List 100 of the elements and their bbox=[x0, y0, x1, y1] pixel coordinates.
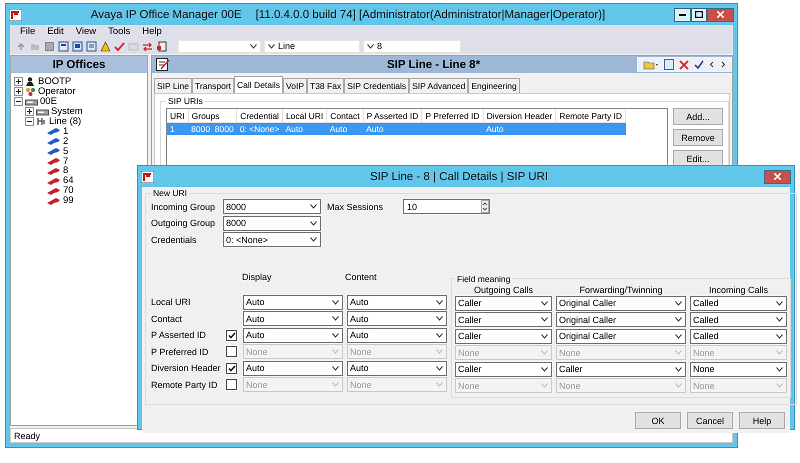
expand-toggle-icon[interactable] bbox=[14, 77, 23, 86]
chevron-down-icon bbox=[332, 382, 339, 388]
checkbox[interactable] bbox=[226, 330, 237, 341]
tab[interactable]: SIP Line bbox=[154, 78, 192, 93]
checkmark-icon bbox=[228, 364, 236, 372]
delete-icon[interactable] bbox=[679, 60, 689, 70]
checkmark-icon bbox=[228, 332, 236, 339]
dropdown[interactable]: Called bbox=[690, 296, 787, 310]
tree-item[interactable]: 00E bbox=[40, 96, 57, 108]
tree-item[interactable]: 64 bbox=[63, 175, 74, 186]
tree-item[interactable]: Operator bbox=[38, 86, 76, 98]
expand-toggle-icon[interactable] bbox=[25, 107, 34, 116]
folder-icon[interactable] bbox=[643, 59, 659, 70]
dropdown[interactable]: Auto bbox=[347, 294, 447, 310]
tree-item[interactable]: 70 bbox=[63, 185, 74, 196]
tree-item[interactable]: 1 bbox=[63, 126, 68, 137]
chevron-left-icon[interactable] bbox=[709, 61, 715, 68]
warning-icon[interactable] bbox=[100, 40, 111, 52]
dropdown[interactable]: Auto bbox=[347, 311, 447, 326]
tree-item[interactable]: System bbox=[51, 106, 83, 118]
button[interactable]: Remove bbox=[673, 129, 723, 146]
check-icon[interactable] bbox=[114, 40, 125, 52]
chevron-down-icon bbox=[675, 383, 682, 388]
dropdown[interactable]: Caller bbox=[455, 312, 552, 328]
maximize-button[interactable] bbox=[691, 8, 707, 22]
expand-toggle-icon[interactable] bbox=[14, 87, 23, 96]
dropdown[interactable]: 0: <None> bbox=[223, 232, 321, 247]
window-title: [11.0.4.0.0 build 74] [Administrator(Administrator|Manager|Operator)] bbox=[256, 8, 606, 20]
cable-icon bbox=[47, 196, 61, 205]
dropdown[interactable]: Auto bbox=[243, 311, 343, 326]
dropdown[interactable]: Called bbox=[690, 328, 787, 344]
button[interactable]: Help bbox=[739, 412, 785, 430]
window-icon[interactable] bbox=[72, 40, 83, 52]
dropdown[interactable]: Auto bbox=[347, 328, 447, 343]
column-header: Display bbox=[241, 272, 273, 284]
checkbox[interactable] bbox=[226, 379, 237, 390]
tree-item[interactable]: 2 bbox=[63, 136, 68, 147]
chevron-down-icon bbox=[541, 350, 548, 356]
checkbox[interactable] bbox=[226, 346, 237, 358]
tree-item[interactable]: BOOTP bbox=[38, 76, 72, 88]
dropdown[interactable]: 8 bbox=[363, 40, 461, 52]
cable-icon bbox=[47, 186, 61, 195]
dropdown[interactable]: None bbox=[690, 362, 787, 377]
close-button[interactable] bbox=[764, 170, 791, 184]
tab[interactable]: SIP Credentials bbox=[344, 78, 410, 93]
field-label: Max Sessions bbox=[327, 202, 384, 212]
checkbox[interactable] bbox=[226, 362, 237, 374]
column-header: Forwarding/Twinning bbox=[578, 284, 664, 294]
dropdown[interactable]: 8000 bbox=[223, 216, 321, 230]
arrows-icon[interactable] bbox=[142, 40, 153, 52]
close-button[interactable] bbox=[707, 8, 734, 22]
tab[interactable]: VoIP bbox=[283, 78, 308, 93]
file-icon[interactable] bbox=[156, 40, 167, 52]
tree-item[interactable]: Line (8) bbox=[49, 116, 82, 128]
dropdown[interactable]: Caller bbox=[455, 328, 552, 344]
dropdown[interactable]: Caller bbox=[455, 296, 552, 310]
minimize-button[interactable] bbox=[674, 8, 691, 22]
tab[interactable]: SIP Advanced bbox=[409, 78, 468, 93]
tab[interactable]: Call Details bbox=[234, 76, 284, 93]
number-field[interactable]: 10 bbox=[403, 199, 490, 214]
check-icon[interactable] bbox=[694, 60, 704, 70]
tab[interactable]: Engineering bbox=[468, 78, 520, 93]
dropdown[interactable]: Auto bbox=[243, 360, 343, 376]
menu-item[interactable]: Tools bbox=[102, 26, 136, 37]
button[interactable]: Cancel bbox=[687, 412, 733, 430]
dropdown[interactable]: Original Caller bbox=[556, 296, 686, 310]
chevron-down-icon bbox=[436, 366, 443, 371]
menu-item[interactable]: Edit bbox=[41, 26, 70, 37]
chevron-down-icon bbox=[675, 334, 682, 339]
dropdown[interactable]: Auto bbox=[347, 360, 447, 376]
dropdown[interactable]: Original Caller bbox=[556, 312, 686, 328]
tree-item[interactable]: 5 bbox=[63, 146, 68, 157]
dropdown[interactable]: 8000 bbox=[223, 199, 321, 214]
cable-icon bbox=[47, 166, 61, 175]
dropdown[interactable]: Called bbox=[690, 312, 787, 328]
dropdown[interactable]: Original Caller bbox=[556, 328, 686, 344]
tab[interactable]: T38 Fax bbox=[307, 78, 344, 93]
chevron-right-icon[interactable] bbox=[720, 61, 726, 68]
tab[interactable]: Transport bbox=[192, 78, 234, 93]
menu-item[interactable]: View bbox=[70, 26, 102, 37]
dropdown[interactable]: Line bbox=[264, 40, 360, 52]
button[interactable]: OK bbox=[635, 412, 681, 430]
chevron-down-icon bbox=[436, 349, 443, 354]
maximize-icon bbox=[695, 11, 703, 18]
menu-item[interactable]: File bbox=[14, 26, 42, 37]
dropdown[interactable]: Caller bbox=[455, 362, 552, 377]
collapse-toggle-icon[interactable] bbox=[14, 97, 23, 106]
dropdown[interactable]: Caller bbox=[556, 362, 686, 377]
menu-item[interactable]: Help bbox=[136, 26, 168, 37]
button[interactable]: Add... bbox=[673, 108, 723, 125]
collapse-toggle-icon[interactable] bbox=[25, 117, 34, 126]
tree-item[interactable]: 8 bbox=[63, 165, 68, 176]
table-cell[interactable] bbox=[556, 122, 626, 135]
tree-item[interactable]: 99 bbox=[63, 195, 74, 206]
window-icon[interactable] bbox=[86, 40, 97, 52]
dropdown[interactable]: Auto bbox=[243, 294, 343, 310]
dropdown[interactable]: Auto bbox=[243, 328, 343, 343]
tree-item[interactable]: 7 bbox=[63, 156, 68, 167]
window-icon[interactable] bbox=[58, 40, 69, 52]
chevron-down-icon bbox=[436, 300, 443, 304]
